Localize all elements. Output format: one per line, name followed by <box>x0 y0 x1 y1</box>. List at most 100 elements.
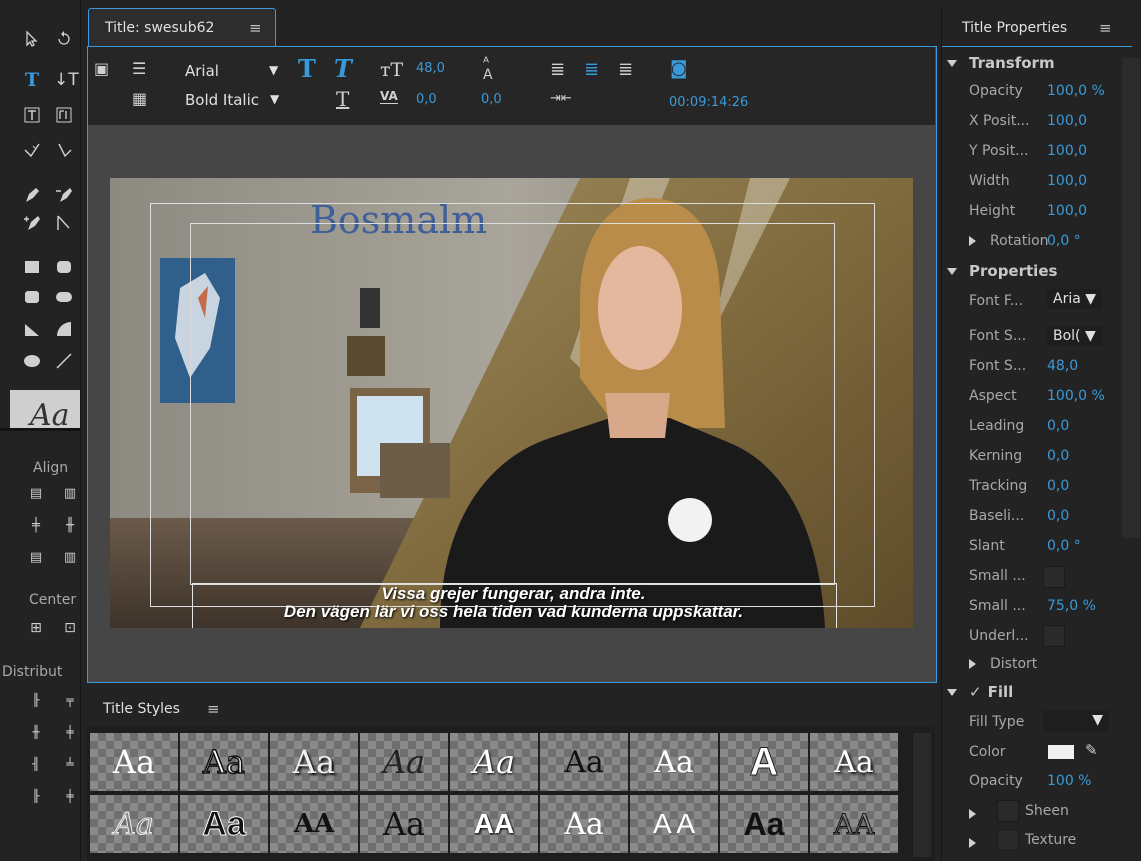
underline-checkbox[interactable] <box>1043 625 1065 647</box>
title-styles-label[interactable]: Title Styles <box>103 701 180 717</box>
x-position-value[interactable]: 100,0 <box>1047 113 1087 129</box>
delete-anchor-tool-icon[interactable] <box>54 186 74 206</box>
center-vertical-icon[interactable]: ⊡ <box>60 618 80 638</box>
timecode[interactable]: 00:09:14:26 <box>669 95 748 110</box>
underline-icon[interactable]: T <box>336 87 349 111</box>
font-style-select[interactable]: Bold Italic <box>185 91 259 109</box>
distribute-vertical-space-icon[interactable]: ╪ <box>60 786 80 806</box>
distribute-center-vertical-icon[interactable]: ╪ <box>60 722 80 742</box>
fill-type-dropdown[interactable]: ▼ <box>1043 710 1109 732</box>
small-caps-checkbox[interactable] <box>1043 566 1065 588</box>
style-swatch[interactable]: A <box>720 733 808 791</box>
leading-prop-value[interactable]: 0,0 <box>1047 418 1069 434</box>
texture-checkbox[interactable] <box>997 829 1019 851</box>
style-swatch[interactable]: Aa <box>270 733 358 791</box>
tab-stops-ruler-icon[interactable]: ⇥⇤ <box>550 91 572 106</box>
style-swatch[interactable]: Aa <box>180 795 268 853</box>
rounded-rectangle-tool-icon[interactable] <box>54 258 74 278</box>
rounded-corner-rectangle-tool-icon[interactable] <box>54 288 74 308</box>
opacity-value[interactable]: 100,0 % <box>1047 83 1105 99</box>
transform-section[interactable]: Transform <box>947 54 1055 72</box>
fill-opacity-value[interactable]: 100 % <box>1047 773 1091 789</box>
font-size-prop-value[interactable]: 48,0 <box>1047 358 1078 374</box>
align-top-icon[interactable]: ▥ <box>60 484 80 504</box>
style-swatch[interactable]: Aa <box>360 733 448 791</box>
fill-section[interactable]: ✓ Fill <box>947 683 1013 701</box>
font-style-dropdown[interactable]: Bol( ▼ <box>1047 326 1102 346</box>
style-swatch[interactable]: Aa <box>90 795 178 853</box>
rotation-value[interactable]: 0,0 ° <box>1047 233 1081 249</box>
italic-icon[interactable]: T <box>334 54 352 83</box>
font-size-value[interactable]: 48,0 <box>416 61 445 76</box>
style-swatch[interactable]: Aa <box>360 795 448 853</box>
rotation-tool-icon[interactable] <box>54 30 74 50</box>
line-tool-icon[interactable] <box>54 352 74 372</box>
title-panel-menu-icon[interactable]: ≡ <box>249 19 262 37</box>
font-family-dropdown-icon[interactable]: ▼ <box>269 63 278 77</box>
distribute-horizontal-space-icon[interactable]: ╟ <box>26 786 46 806</box>
subtitle-line-1[interactable]: Vissa grejer fungerar, andra inte. <box>192 584 835 604</box>
style-swatch[interactable]: Aa <box>540 795 628 853</box>
baseline-value[interactable]: 0,0 <box>1047 508 1069 524</box>
align-center-text-icon[interactable]: ≣ <box>584 59 599 80</box>
align-right-text-icon[interactable]: ≣ <box>618 59 633 80</box>
type-tool-icon[interactable]: T <box>22 70 42 90</box>
style-swatch[interactable]: Aa <box>90 733 178 791</box>
title-properties-menu-icon[interactable]: ≡ <box>1099 19 1112 37</box>
kerning-prop-value[interactable]: 0,0 <box>1047 448 1069 464</box>
slant-value[interactable]: 0,0 ° <box>1047 538 1081 554</box>
properties-section[interactable]: Properties <box>947 262 1057 280</box>
align-left-text-icon[interactable]: ≣ <box>550 59 565 80</box>
align-left-icon[interactable]: ▤ <box>26 484 46 504</box>
style-swatch[interactable]: Aa <box>810 733 898 791</box>
title-properties-label[interactable]: Title Properties <box>962 20 1067 36</box>
small-caps-size-value[interactable]: 75,0 % <box>1047 598 1096 614</box>
eyedropper-icon[interactable]: ✎ <box>1085 741 1098 759</box>
tracking-value[interactable]: 0,0 <box>1047 478 1069 494</box>
tab-stops-icon[interactable]: ☰ <box>132 59 146 78</box>
convert-anchor-tool-icon[interactable] <box>54 214 74 234</box>
show-background-video-icon[interactable]: ◙ <box>670 58 687 79</box>
aspect-value[interactable]: 100,0 % <box>1047 388 1105 404</box>
distribute-right-icon[interactable]: ╢ <box>26 754 46 774</box>
align-center-vertical-icon[interactable]: ╫ <box>60 516 80 536</box>
style-swatch[interactable]: AA <box>810 795 898 853</box>
font-family-select[interactable]: Arial <box>185 62 219 80</box>
arc-tool-icon[interactable] <box>54 320 74 340</box>
style-swatch[interactable]: Aa <box>630 733 718 791</box>
align-bottom-icon[interactable]: ▥ <box>60 548 80 568</box>
distribute-left-icon[interactable]: ╟ <box>26 690 46 710</box>
path-type-tool-icon[interactable] <box>22 140 42 160</box>
align-center-horizontal-icon[interactable]: ╪ <box>26 516 46 536</box>
area-type-tool-icon[interactable] <box>22 106 42 126</box>
distort-row[interactable]: Distort <box>969 656 1037 672</box>
rotation-row[interactable]: Rotation <box>969 233 1049 249</box>
width-value[interactable]: 100,0 <box>1047 173 1087 189</box>
y-position-value[interactable]: 100,0 <box>1047 143 1087 159</box>
wedge-tool-icon[interactable] <box>22 320 42 340</box>
font-style-dropdown-icon[interactable]: ▼ <box>270 92 279 106</box>
vertical-type-tool-icon[interactable]: ↓T <box>54 70 79 90</box>
style-swatch[interactable]: AA <box>450 795 538 853</box>
styles-scrollbar[interactable] <box>913 733 931 857</box>
fill-checkmark-icon[interactable]: ✓ <box>969 683 982 701</box>
title-styles-menu-icon[interactable]: ≡ <box>207 700 220 718</box>
texture-row[interactable] <box>969 832 990 851</box>
pen-tool-icon[interactable] <box>22 186 42 206</box>
sheen-checkbox[interactable] <box>997 800 1019 822</box>
center-horizontal-icon[interactable]: ⊞ <box>26 618 46 638</box>
title-tab[interactable]: Title: swesub62 ≡ <box>88 8 276 47</box>
selection-tool-icon[interactable] <box>22 30 42 50</box>
style-swatch[interactable]: Aa <box>540 733 628 791</box>
subtitle-line-2[interactable]: Den vägen lär vi oss hela tiden vad kund… <box>192 602 835 622</box>
add-anchor-tool-icon[interactable] <box>22 214 42 234</box>
sheen-row[interactable] <box>969 803 990 822</box>
distribute-bottom-icon[interactable]: ╧ <box>60 754 80 774</box>
clipped-corner-rectangle-tool-icon[interactable] <box>22 288 42 308</box>
kerning-value[interactable]: 0,0 <box>416 92 437 107</box>
properties-scrollbar[interactable] <box>1122 58 1140 538</box>
font-family-dropdown[interactable]: Aria ▼ <box>1047 289 1103 309</box>
bold-icon[interactable]: T <box>298 54 316 83</box>
style-swatch[interactable]: Aa <box>720 795 808 853</box>
style-swatch[interactable]: Aa <box>450 733 538 791</box>
